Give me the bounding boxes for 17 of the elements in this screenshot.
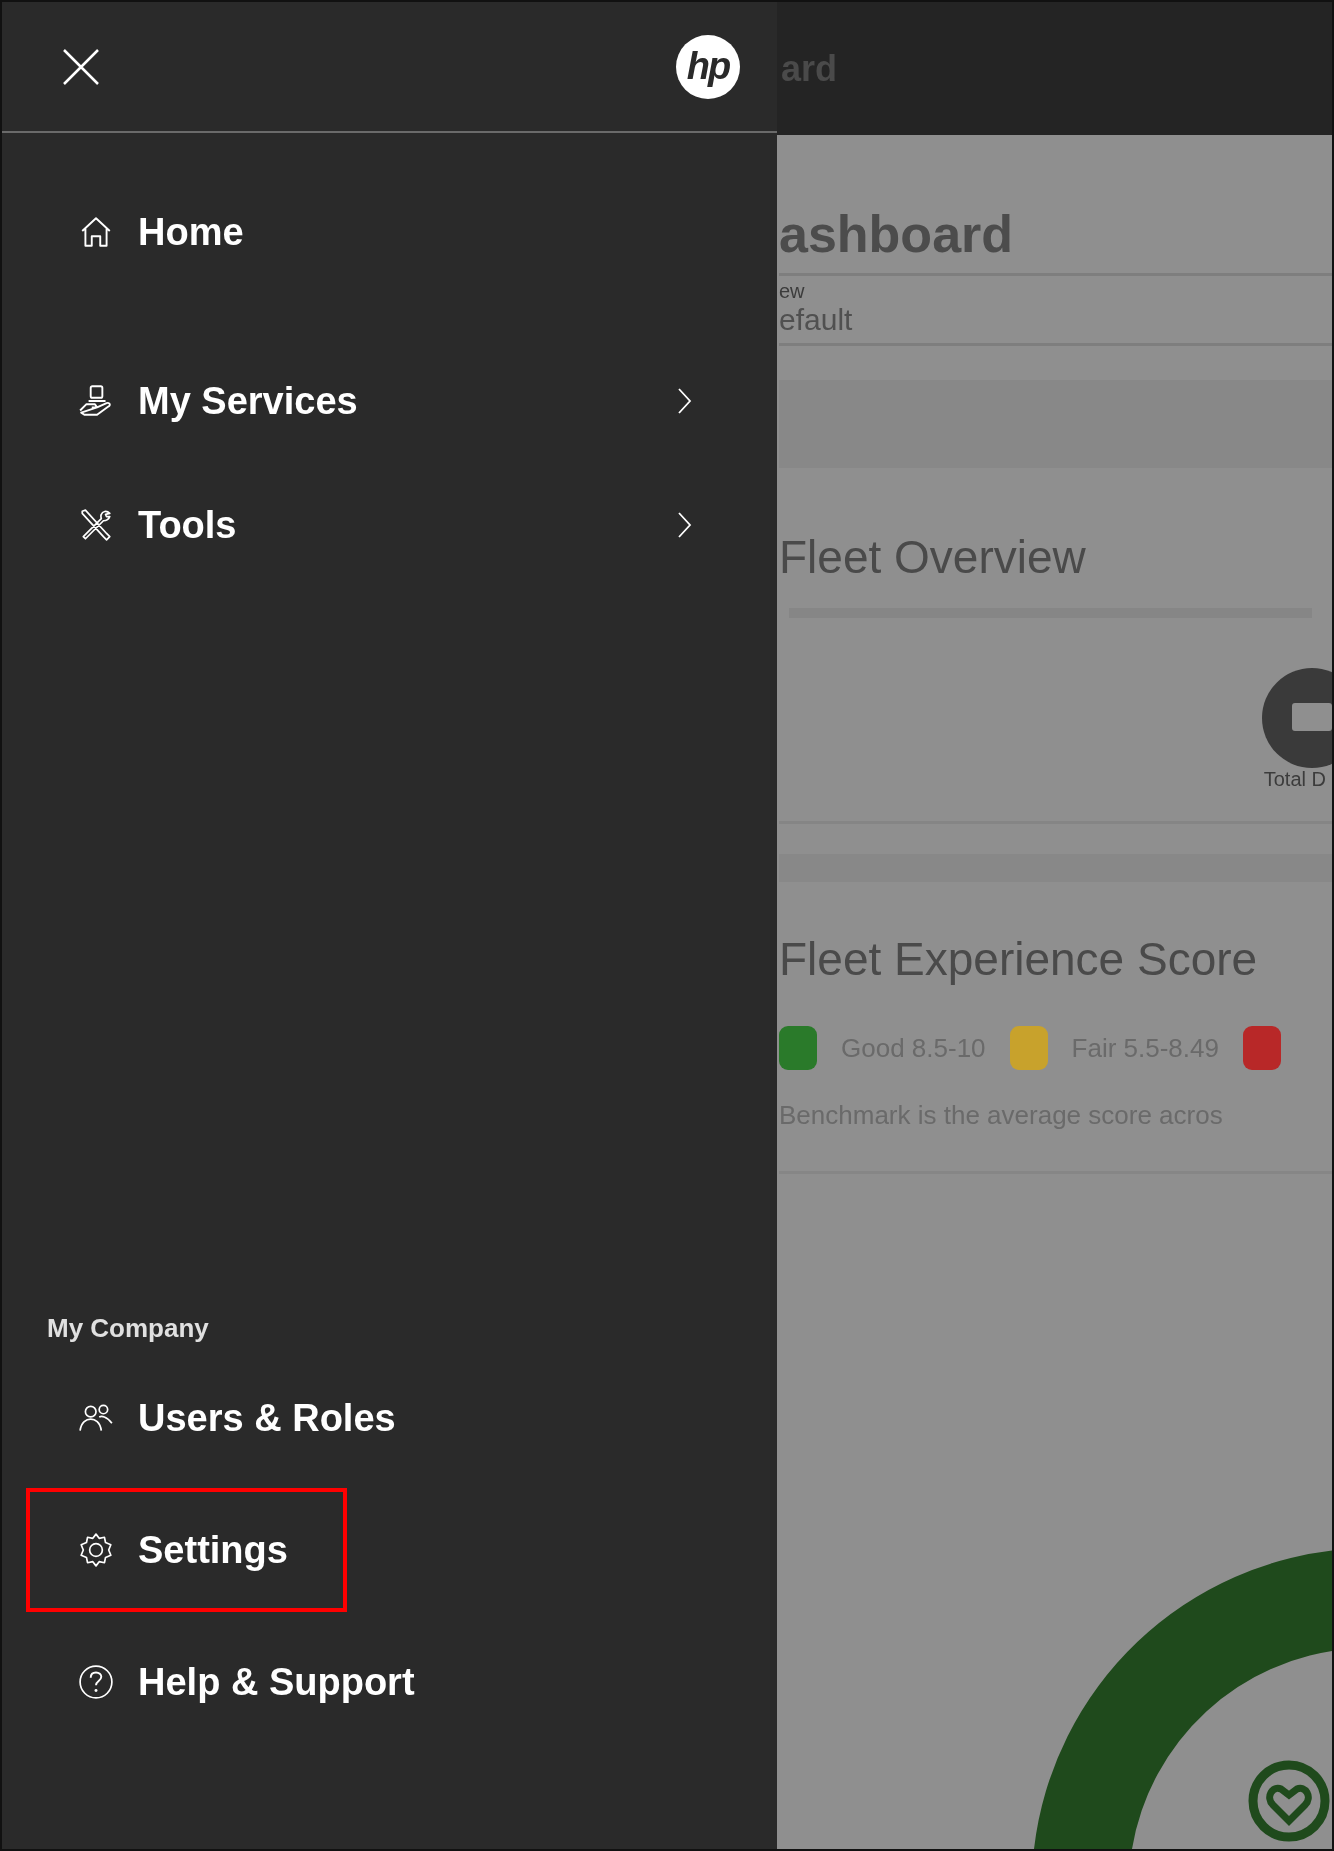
close-icon (61, 46, 101, 87)
page-title: ashboard (779, 199, 1332, 276)
menu-item[interactable]: My Services (26, 343, 748, 459)
hand-with-box-icon (78, 383, 114, 419)
logo: hp (676, 34, 740, 99)
section-heading: My Company (47, 1312, 210, 1345)
menu-item[interactable]: Tools (26, 467, 748, 583)
menu-item[interactable]: Home (26, 170, 303, 294)
menu-item[interactable]: Help & Support (26, 1620, 474, 1744)
settings-icon (78, 1532, 114, 1568)
section-title: Fleet Experience Score (779, 932, 1259, 986)
help-icon (78, 1664, 114, 1700)
tools-icon (78, 507, 114, 543)
tile-label: Total D (1263, 768, 1326, 791)
section-title: Fleet Overview (779, 530, 1087, 584)
menu-item[interactable]: Users & Roles (26, 1356, 455, 1480)
menu-item[interactable]: Settings (26, 1488, 347, 1612)
